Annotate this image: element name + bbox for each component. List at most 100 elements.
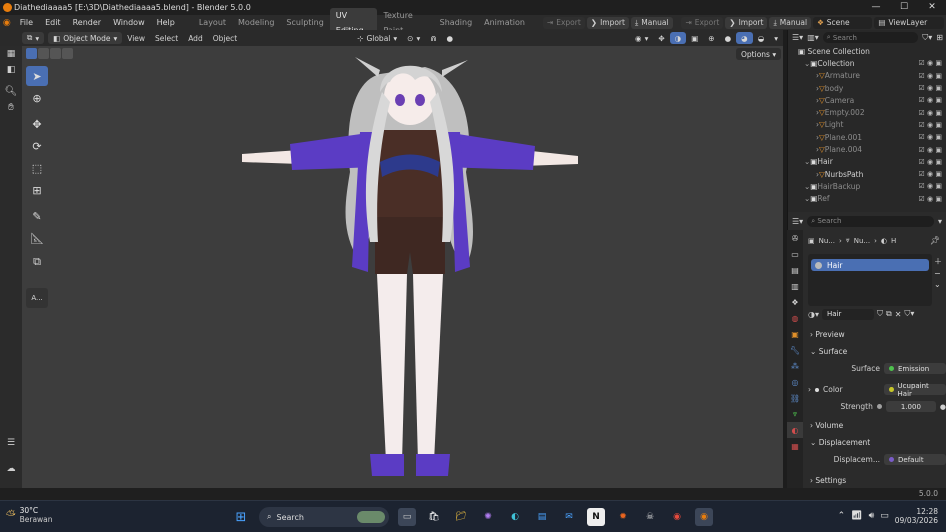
camera-icon[interactable]: ▣ (935, 158, 942, 166)
options-button[interactable]: Options ▾ (736, 48, 782, 60)
outliner-row[interactable]: ⌄ ▣ Hair ☑ ◉ ▣ (788, 156, 946, 168)
addon-tool-button[interactable]: A... (26, 288, 48, 308)
visibility-dropdown[interactable]: ◉ ▾ (630, 32, 653, 44)
shading-rendered-button[interactable]: ◒ (753, 32, 770, 44)
tool-tab[interactable]: ✇ (787, 230, 803, 246)
eye-icon[interactable]: ◉ (927, 96, 933, 104)
output-tab[interactable]: ▤ (787, 262, 803, 278)
exclude-checkbox-icon[interactable]: ☑ (919, 195, 925, 203)
outliner-row[interactable]: › ▽ Camera ☑ ◉ ▣ (788, 94, 946, 106)
remove-slot-button[interactable]: − (934, 269, 942, 278)
maximize-button[interactable]: ☐ (890, 0, 918, 15)
eye-icon[interactable]: ◉ (927, 133, 933, 141)
copilot-icon[interactable]: ✺ (479, 508, 497, 526)
volume-section[interactable]: › Volume (806, 417, 944, 433)
tab-animation[interactable]: Animation (478, 15, 531, 30)
chevron-right-icon[interactable]: › (808, 385, 811, 394)
camera-icon[interactable]: ▣ (935, 146, 942, 154)
physics-tab[interactable]: ◎ (787, 374, 803, 390)
clock[interactable]: 12:28 09/03/2026 (895, 507, 938, 525)
camera-icon[interactable]: ▣ (935, 72, 942, 80)
exclude-checkbox-icon[interactable]: ☑ (919, 133, 925, 141)
menu-view[interactable]: View (122, 34, 150, 43)
camera-icon[interactable]: ▣ (935, 96, 942, 104)
displacement-section[interactable]: ⌄ Displacement (806, 434, 944, 450)
hand-icon[interactable]: ✋︎ (0, 100, 22, 116)
menu-file[interactable]: File (14, 15, 39, 30)
zoom-icon[interactable]: 🔍︎ (0, 84, 22, 100)
displacement-field[interactable]: Default (884, 454, 946, 465)
tab-shading[interactable]: Shading (434, 15, 479, 30)
chrome-icon[interactable]: ◉ (668, 508, 686, 526)
preview-section[interactable]: › Preview (806, 326, 944, 342)
scene-collection-row[interactable]: ▣ Scene Collection (788, 45, 946, 57)
display-mode-icon[interactable]: ▥▾ (807, 33, 819, 42)
eye-icon[interactable]: ◉ (927, 170, 933, 178)
blender-taskbar-icon[interactable]: ◉ (695, 508, 713, 526)
constraints-tab[interactable]: ⛓︎ (787, 390, 803, 406)
object-mode-dropdown[interactable]: ◧ Object Mode ▾ (48, 32, 123, 44)
task-view-icon[interactable]: ▭ (398, 508, 416, 526)
camera-icon[interactable]: ▣ (935, 121, 942, 129)
view-layer-selector[interactable]: ▤ ViewLayer (874, 16, 944, 29)
outliner-row[interactable]: › ▽ Light ☑ ◉ ▣ (788, 119, 946, 131)
surface-section[interactable]: ⌄ Surface (806, 343, 944, 359)
texture-tab[interactable]: ▦ (787, 438, 803, 454)
editor-type-button[interactable]: ⧉ ▾ (22, 32, 45, 44)
app-icon-skull[interactable]: ☠ (641, 508, 659, 526)
import-button-1[interactable]: ❯ Import (586, 16, 629, 29)
mesh-icon[interactable]: ◧ (0, 62, 22, 78)
exclude-checkbox-icon[interactable]: ☑ (919, 146, 925, 154)
file-explorer-icon[interactable]: 📁︎ (452, 508, 470, 526)
data-tab[interactable]: ⩔ (787, 406, 803, 422)
transform-tool[interactable]: ⊞ (26, 180, 48, 200)
eye-icon[interactable]: ◉ (927, 109, 933, 117)
menu-object[interactable]: Object (208, 34, 242, 43)
volume-icon[interactable]: 🔊︎ (869, 511, 875, 521)
duplicate-material-icon[interactable]: ⧉ (886, 309, 892, 319)
world-tab[interactable]: ◍ (787, 310, 803, 326)
edge-browser-icon[interactable]: ◐ (506, 508, 524, 526)
camera-icon[interactable]: ▣ (935, 170, 942, 178)
material-slot-row[interactable]: Hair (811, 259, 929, 271)
shading-solid-button[interactable]: ● (720, 32, 737, 44)
snap-toggle[interactable]: ⋒ (425, 32, 441, 44)
battery-icon[interactable]: ▭ (880, 511, 889, 521)
measure-tool[interactable]: 📐︎ (26, 228, 48, 248)
shading-wireframe-button[interactable]: ⊕ (703, 32, 719, 44)
blender-menu-icon[interactable]: ◉ (0, 18, 14, 28)
scene-selector[interactable]: ❖ Scene (813, 16, 873, 29)
outliner-row[interactable]: › ▽ Armature ☑ ◉ ▣ (788, 70, 946, 82)
fake-user-icon[interactable]: ⛉ (877, 309, 883, 319)
minimize-button[interactable]: — (862, 0, 890, 15)
eye-icon[interactable]: ◉ (927, 146, 933, 154)
manual-button-2[interactable]: ⤓ Manual (769, 16, 812, 29)
weather-widget[interactable]: ⛅︎ 30°C Berawan (6, 506, 53, 524)
camera-icon[interactable]: ▣ (935, 133, 942, 141)
camera-icon[interactable]: ▣ (935, 195, 942, 203)
eye-icon[interactable]: ◉ (927, 182, 933, 190)
outliner-row[interactable]: › ▽ Plane.001 ☑ ◉ ▣ (788, 131, 946, 143)
windows-start-icon[interactable]: ⊞ (232, 508, 250, 526)
camera-icon[interactable]: ▣ (935, 84, 942, 92)
outliner-row[interactable]: › ▽ Empty.002 ☑ ◉ ▣ (788, 106, 946, 118)
scale-tool[interactable]: ⬚ (26, 158, 48, 178)
unlink-material-icon[interactable]: ✕ (895, 310, 902, 319)
keyframe-dot-icon[interactable]: ● (940, 403, 946, 411)
outliner-row[interactable]: › ▽ NurbsPath ☑ ◉ ▣ (788, 168, 946, 180)
tab-sculpting[interactable]: Sculpting (280, 15, 329, 30)
outliner-editor-icon[interactable]: ☰▾ (792, 33, 803, 42)
camera-icon[interactable]: ▣ (935, 182, 942, 190)
wifi-icon[interactable]: 📶︎ (851, 511, 862, 521)
eye-icon[interactable]: ◉ (927, 195, 933, 203)
object-tab[interactable]: ▣ (787, 326, 803, 342)
new-collection-icon[interactable]: ⊞ (936, 33, 946, 42)
view-layer-tab[interactable]: ▥ (787, 278, 803, 294)
export-button-2[interactable]: ⇥ Export (681, 16, 724, 29)
material-tab[interactable]: ◐ (787, 422, 803, 438)
browse-material-icon[interactable]: ◑▾ (808, 310, 819, 319)
scene-tab[interactable]: ❖ (787, 294, 803, 310)
menu-window[interactable]: Window (107, 15, 151, 30)
settings-section[interactable]: › Settings (806, 472, 944, 488)
modifier-tab[interactable]: 🔧︎ (787, 342, 803, 358)
